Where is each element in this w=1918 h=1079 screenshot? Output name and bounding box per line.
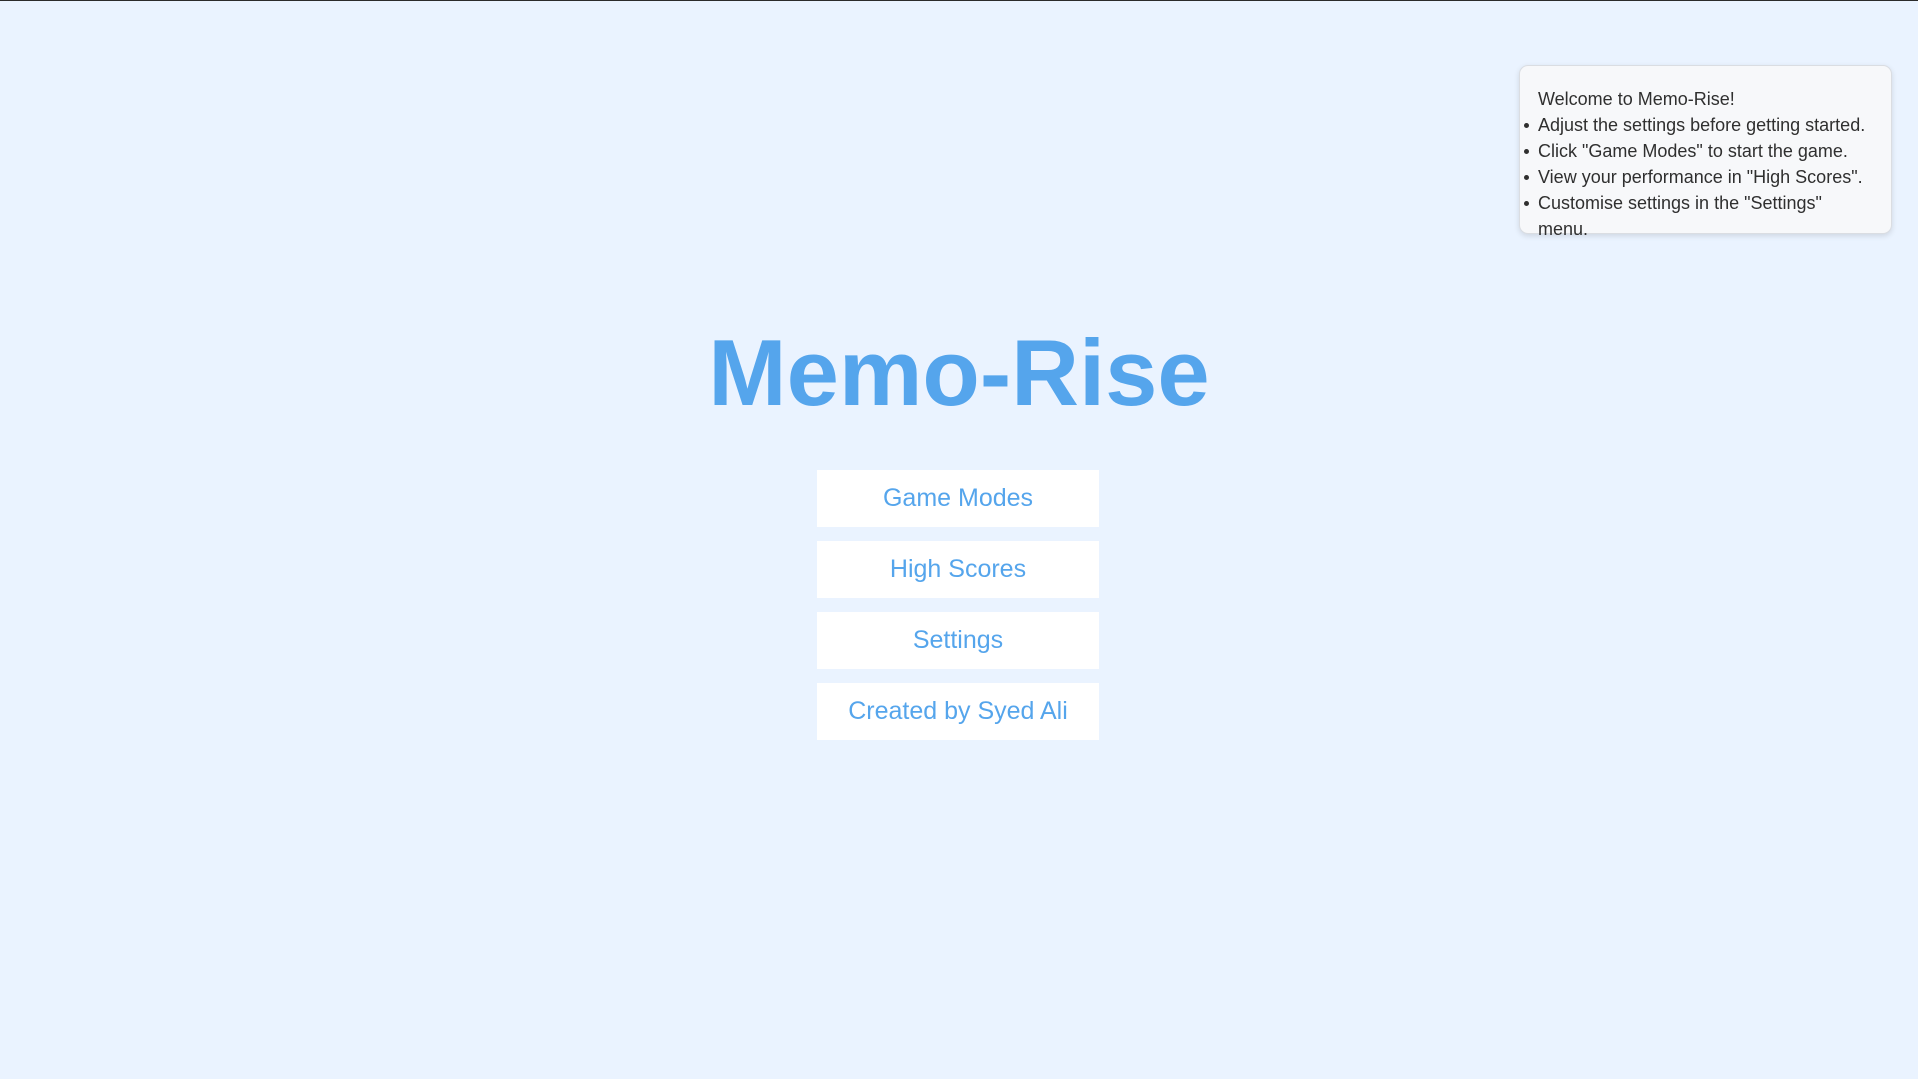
high-scores-button[interactable]: High Scores	[817, 541, 1099, 598]
welcome-help-panel: Welcome to Memo-Rise! Adjust the setting…	[1519, 65, 1892, 239]
game-modes-button[interactable]: Game Modes	[817, 470, 1099, 527]
help-heading: Welcome to Memo-Rise!	[1538, 89, 1735, 109]
main-menu: Game Modes High Scores Settings Created …	[817, 470, 1099, 754]
help-tip-item: Click "Game Modes" to start the game.	[1524, 138, 1873, 164]
help-tips-list: Adjust the settings before getting start…	[1524, 112, 1873, 242]
credits-button[interactable]: Created by Syed Ali	[817, 683, 1099, 740]
help-tip-item: View your performance in "High Scores".	[1524, 164, 1873, 190]
app-title: Memo-Rise	[708, 320, 1210, 425]
help-tip-item: Adjust the settings before getting start…	[1524, 112, 1873, 138]
help-tip-item: Customise settings in the "Settings" men…	[1524, 190, 1873, 242]
settings-button[interactable]: Settings	[817, 612, 1099, 669]
